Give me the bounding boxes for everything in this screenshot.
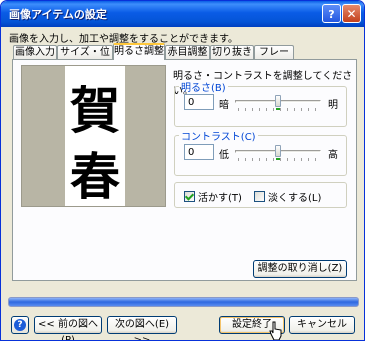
calligraphy-image: 賀 春	[70, 81, 120, 206]
tab-size-position[interactable]: サイズ・位置	[57, 45, 113, 72]
lighten-checkbox-label: 淡くする(L)	[268, 193, 322, 204]
tab-brightness[interactable]: 明るさ調整	[113, 43, 165, 60]
cancel-button[interactable]: キャンセル	[289, 316, 355, 334]
contrast-max-label: 高	[328, 150, 338, 161]
reset-adjustment-button[interactable]: 調整の取り消し(Z)	[253, 260, 347, 278]
contrast-slider-thumb[interactable]	[275, 145, 281, 160]
progress-bar	[8, 297, 359, 307]
mouse-pointer-icon	[269, 321, 282, 340]
keep-checkbox[interactable]: 活かす(T)	[184, 189, 242, 204]
tab-crop[interactable]: 切り抜き	[210, 45, 254, 59]
lighten-checkbox-box[interactable]	[254, 191, 265, 202]
lighten-checkbox[interactable]: 淡くする(L)	[254, 189, 321, 204]
preview-image: 賀 春	[65, 66, 125, 206]
contrast-label: コントラスト(C)	[181, 132, 256, 143]
brightness-label: 明るさ(B)	[181, 83, 226, 94]
calligraphy-top: 賀	[70, 81, 120, 140]
help-button[interactable]: ?	[11, 316, 29, 334]
brightness-max-label: 明	[328, 100, 338, 111]
tab-red-eye[interactable]: 赤目調整	[165, 45, 210, 59]
keep-checkbox-box[interactable]	[184, 191, 195, 202]
close-button[interactable]: ✕	[342, 4, 361, 23]
image-preview: 賀 春	[21, 65, 166, 207]
contrast-min-label: 低	[219, 150, 229, 161]
brightness-min-label: 暗	[219, 100, 229, 111]
brightness-slider-thumb[interactable]	[275, 95, 281, 110]
help-icon: ?	[14, 319, 26, 331]
window-title: 画像アイテムの設定	[9, 8, 107, 21]
brightness-input[interactable]: 0	[184, 94, 214, 110]
prev-image-button[interactable]: << 前の図へ(P)	[34, 316, 102, 340]
next-image-button[interactable]: 次の図へ(E) >>	[107, 316, 177, 340]
title-bar[interactable]: 画像アイテムの設定 ? ✕	[1, 1, 364, 27]
dialog-window: 画像アイテムの設定 ? ✕ 画像を入力し、加工や調整をすることができます。 画像…	[0, 0, 365, 341]
tab-frame[interactable]: フレーム	[254, 45, 294, 72]
tab-image-input[interactable]: 画像入力	[13, 45, 57, 59]
contrast-input[interactable]: 0	[184, 144, 214, 160]
calligraphy-bottom: 春	[70, 147, 120, 206]
keep-checkbox-label: 活かす(T)	[198, 193, 242, 204]
title-help-button[interactable]: ?	[322, 4, 341, 23]
